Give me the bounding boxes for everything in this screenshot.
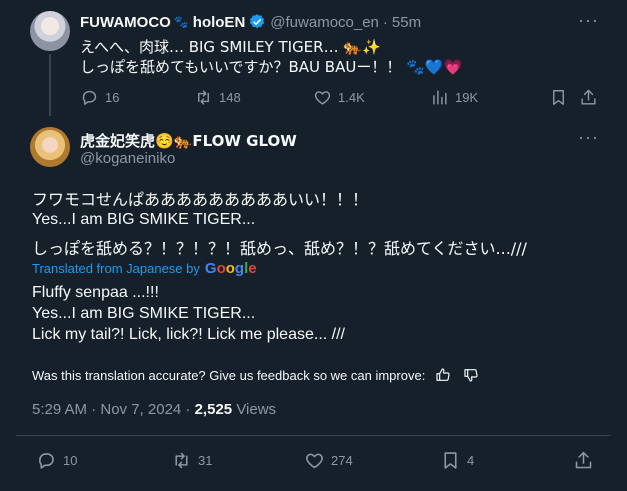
retweet-count: 148	[219, 90, 241, 105]
display-name-suffix[interactable]: holoEN	[193, 14, 246, 31]
reply-count: 10	[63, 453, 78, 468]
more-icon[interactable]: ···	[578, 10, 599, 31]
views-label: Views	[236, 401, 277, 418]
bookmark-count: 4	[467, 453, 475, 468]
like-count: 274	[331, 453, 353, 468]
display-name[interactable]: FUWAMOCO	[80, 14, 171, 31]
display-name[interactable]: 虎金妃笑虎☺️🐅FLOW GLOW	[80, 132, 297, 150]
bookmark-button[interactable]	[549, 88, 568, 107]
dot-separator: ·	[382, 13, 388, 31]
timestamp[interactable]: 55m	[392, 14, 421, 31]
views-count: 19K	[455, 90, 479, 105]
tweet-text-line-1: えへへ、肉球… BIG SMILEY TIGER… 🐅✨	[80, 38, 381, 56]
retweet-icon	[198, 90, 209, 105]
translation-line-2: Yes...I am BIG SMIKE TIGER...	[32, 305, 256, 322]
divider	[16, 435, 611, 436]
retweet-count: 31	[198, 453, 213, 468]
google-letter: e	[248, 260, 257, 277]
translation-feedback-prompt: Was this translation accurate? Give us f…	[32, 367, 426, 383]
tweet-text-line-2: Yes...I am BIG SMIKE TIGER...	[32, 211, 256, 228]
bookmark-icon	[553, 90, 564, 105]
share-icon	[581, 89, 596, 105]
thumbs-up-icon[interactable]	[435, 367, 451, 383]
bookmark-icon	[444, 452, 457, 469]
reply-count: 16	[105, 90, 120, 105]
google-letter: o	[216, 260, 226, 277]
reply-thread-line	[49, 54, 51, 116]
analytics-icon	[433, 90, 447, 105]
tweet-text-line-1: フワモコせんぱあああああああああいい！！！	[32, 190, 369, 209]
more-icon[interactable]: ···	[578, 127, 599, 148]
views-count: 2,525	[194, 401, 233, 418]
google-letter: g	[234, 260, 245, 277]
reply-icon	[39, 453, 54, 469]
google-logo: Google	[205, 260, 257, 277]
heart-icon	[306, 453, 323, 469]
like-button[interactable]: 274	[304, 450, 353, 471]
retweet-button[interactable]: 148	[194, 88, 241, 107]
top-tweet[interactable]: FUWAMOCO 🐾 holoEN @fuwamoco_en · 55m ···…	[0, 0, 627, 116]
handle[interactable]: @koganeiniko	[80, 150, 175, 167]
share-icon	[575, 451, 592, 469]
translated-from-label[interactable]: Translated from Japanese by	[32, 261, 200, 276]
retweet-icon	[175, 452, 188, 469]
like-button[interactable]: 1.4K	[313, 88, 365, 107]
thumbs-down-icon[interactable]	[463, 367, 479, 383]
avatar[interactable]	[30, 11, 70, 51]
paw-icon: 🐾	[173, 15, 189, 29]
verified-badge-icon	[250, 14, 265, 29]
share-button[interactable]	[573, 450, 594, 471]
reply-icon	[82, 90, 97, 105]
tweet-timestamp[interactable]: 5:29 AM · Nov 7, 2024 ·	[32, 401, 190, 418]
retweet-button[interactable]: 31	[171, 450, 212, 471]
views-button[interactable]: 19K	[430, 88, 478, 107]
google-letter: o	[225, 260, 235, 277]
heart-icon	[314, 91, 331, 105]
translation-line-3: Lick my tail?! Lick, lick?! Lick me plea…	[32, 326, 345, 343]
handle[interactable]: @fuwamoco_en	[270, 14, 379, 31]
google-letter: G	[204, 260, 217, 277]
translation-line-1: Fluffy senpaa ...!!!	[32, 284, 159, 301]
share-button[interactable]	[579, 88, 598, 107]
bookmark-button[interactable]: 4	[440, 450, 474, 471]
tweet-text-line-3: しっぽを舐める？！？！？！舐めっ、舐め？！？舐めてください...///	[32, 239, 527, 258]
reply-button[interactable]: 10	[36, 450, 77, 471]
reply-button[interactable]: 16	[80, 88, 119, 107]
like-count: 1.4K	[338, 90, 365, 105]
translation-attribution[interactable]: Translated from Japanese by Google	[32, 260, 257, 277]
tweet-text-line-2: しっぽを舐めてもいいですか？BAU BAUー！！ 🐾💙💗	[80, 58, 463, 76]
avatar[interactable]	[30, 127, 70, 167]
